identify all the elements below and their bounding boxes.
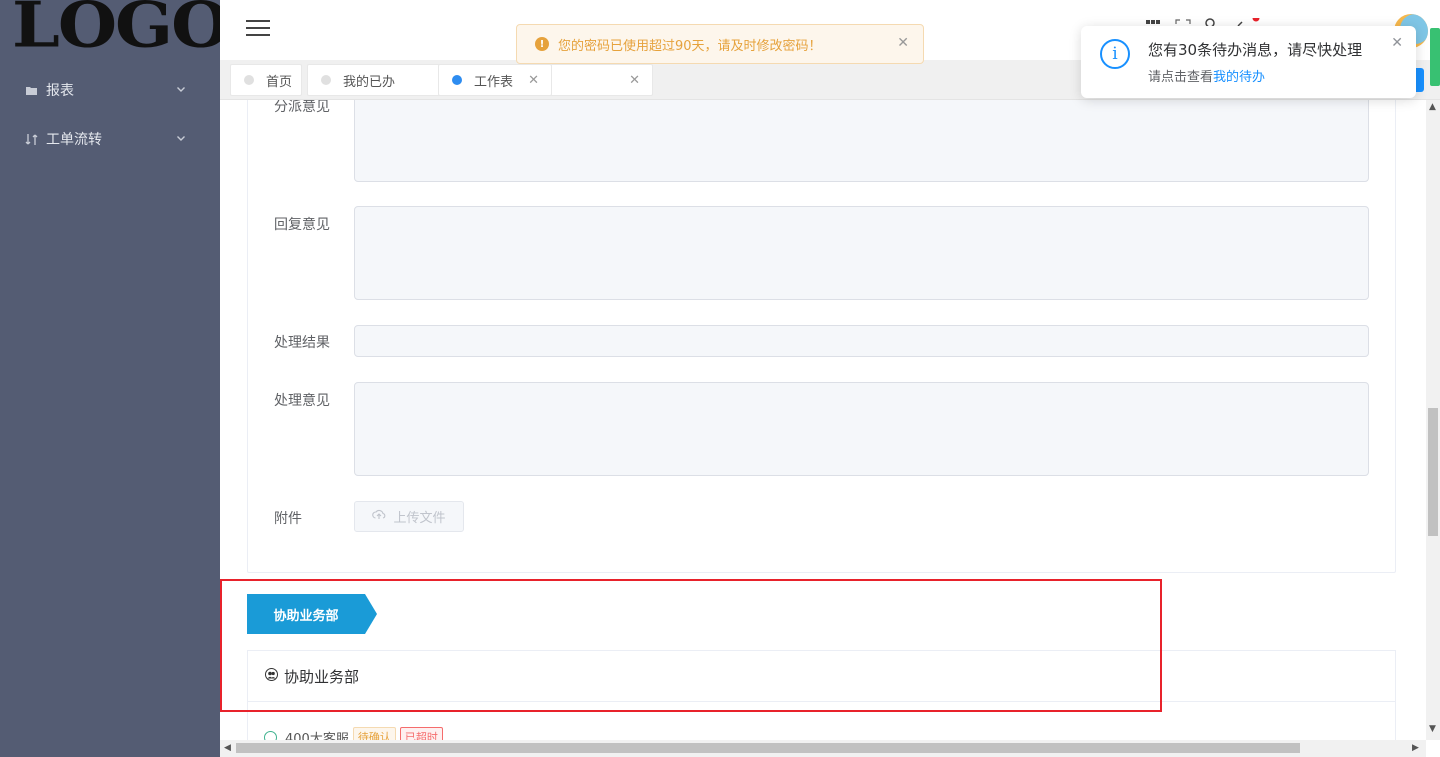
sidebar-item-label: 报表 bbox=[46, 83, 74, 99]
section-tag-label: 协助业务部 bbox=[273, 608, 339, 624]
notification-desc-prefix: 请点击查看 bbox=[1148, 70, 1214, 85]
status-badge: 已超时 bbox=[399, 727, 443, 740]
horizontal-scrollbar-thumb[interactable] bbox=[236, 743, 1300, 753]
folder-icon bbox=[24, 83, 38, 97]
upload-button[interactable]: 上传文件 bbox=[354, 501, 464, 532]
notification-title: 您有30条待办消息，请尽快处理 bbox=[1148, 41, 1363, 59]
sidebar: LOGO 报表 工单流转 bbox=[0, 0, 230, 757]
reply-opinion-textarea[interactable] bbox=[354, 206, 1369, 300]
tab-dot-icon bbox=[321, 75, 331, 85]
tab-dot-icon bbox=[452, 75, 462, 85]
field-label-assign-opinion: 分派意见 bbox=[274, 100, 330, 115]
main-area: 首页 我的已办 ✕ 工作表 ✕ 分派意见 回复意见 处理结果 处理意见 附件 上… bbox=[220, 0, 1440, 757]
result-input[interactable] bbox=[354, 325, 1369, 357]
warning-icon: ! bbox=[535, 37, 549, 51]
field-label-attachment: 附件 bbox=[274, 511, 302, 527]
scroll-left-icon[interactable]: ◀ bbox=[224, 743, 231, 753]
close-icon[interactable]: ✕ bbox=[629, 73, 640, 88]
bell-icon bbox=[1237, 14, 1260, 27]
section-tag: 协助业务部 bbox=[247, 594, 377, 634]
password-warning-alert: ! 您的密码已使用超过90天，请及时修改密码！ ✕ bbox=[516, 24, 924, 64]
close-icon[interactable]: ✕ bbox=[1391, 35, 1403, 51]
tab-label: 首页 bbox=[266, 74, 293, 90]
list-item[interactable]: 400大客服 待确认 已超时 bbox=[264, 727, 443, 740]
fullscreen-icon bbox=[1175, 19, 1191, 24]
vertical-scrollbar[interactable]: ▲ ▼ bbox=[1426, 100, 1440, 740]
assign-opinion-textarea[interactable] bbox=[354, 100, 1369, 182]
content-area: 分派意见 回复意见 处理结果 处理意见 附件 上传文件 协助业务部 协助业务部 … bbox=[220, 100, 1426, 740]
close-icon[interactable]: ✕ bbox=[528, 73, 539, 88]
alert-text: 您的密码已使用超过90天，请及时修改密码！ bbox=[558, 38, 822, 54]
sidebar-item-reports[interactable]: 报表 bbox=[0, 70, 220, 110]
row-name: 400大客服 bbox=[285, 731, 349, 741]
chevron-down-icon bbox=[176, 82, 186, 98]
todo-notification: i 您有30条待办消息，请尽快处理 请点击查看我的待办 ✕ bbox=[1081, 26, 1416, 98]
tab-label: 我的已办 bbox=[343, 74, 396, 90]
cloud-upload-icon bbox=[372, 509, 386, 524]
notification-desc: 请点击查看我的待办 bbox=[1148, 66, 1265, 85]
sidebar-item-label: 工单流转 bbox=[46, 132, 102, 148]
info-icon: i bbox=[1100, 39, 1130, 69]
sidebar-item-workflow[interactable]: 工单流转 bbox=[0, 119, 220, 159]
my-todo-link[interactable]: 我的待办 bbox=[1213, 70, 1265, 85]
apps-icon bbox=[1146, 20, 1160, 24]
hamburger-icon[interactable] bbox=[246, 20, 270, 38]
status-badge: 待确认 bbox=[352, 727, 396, 740]
tab-worksheet[interactable]: 工作表 ✕ bbox=[438, 64, 552, 96]
field-label-reply-opinion: 回复意见 bbox=[274, 217, 330, 233]
vertical-scrollbar-thumb[interactable] bbox=[1428, 408, 1438, 536]
tab-home[interactable]: 首页 bbox=[230, 64, 302, 96]
workflow-icon bbox=[24, 132, 38, 146]
upload-button-label: 上传文件 bbox=[393, 511, 446, 526]
field-label-handle-opinion: 处理意见 bbox=[274, 393, 330, 409]
scroll-right-icon[interactable]: ▶ bbox=[1412, 743, 1419, 753]
tab-dot-icon bbox=[244, 75, 254, 85]
close-icon[interactable]: ✕ bbox=[897, 35, 909, 51]
radio-button[interactable] bbox=[264, 730, 277, 740]
chevron-down-icon bbox=[176, 131, 186, 147]
handle-opinion-textarea[interactable] bbox=[354, 382, 1369, 476]
horizontal-scrollbar[interactable]: ◀ ▶ bbox=[220, 740, 1426, 757]
form-card: 分派意见 回复意见 处理结果 处理意见 附件 上传文件 bbox=[247, 100, 1396, 573]
tab-label: 工作表 bbox=[474, 74, 514, 90]
scroll-down-icon[interactable]: ▼ bbox=[1429, 724, 1436, 734]
logo: LOGO bbox=[12, 0, 230, 63]
field-label-result: 处理结果 bbox=[274, 335, 330, 351]
scroll-up-icon[interactable]: ▲ bbox=[1429, 102, 1436, 112]
green-side-tab[interactable] bbox=[1430, 28, 1440, 86]
